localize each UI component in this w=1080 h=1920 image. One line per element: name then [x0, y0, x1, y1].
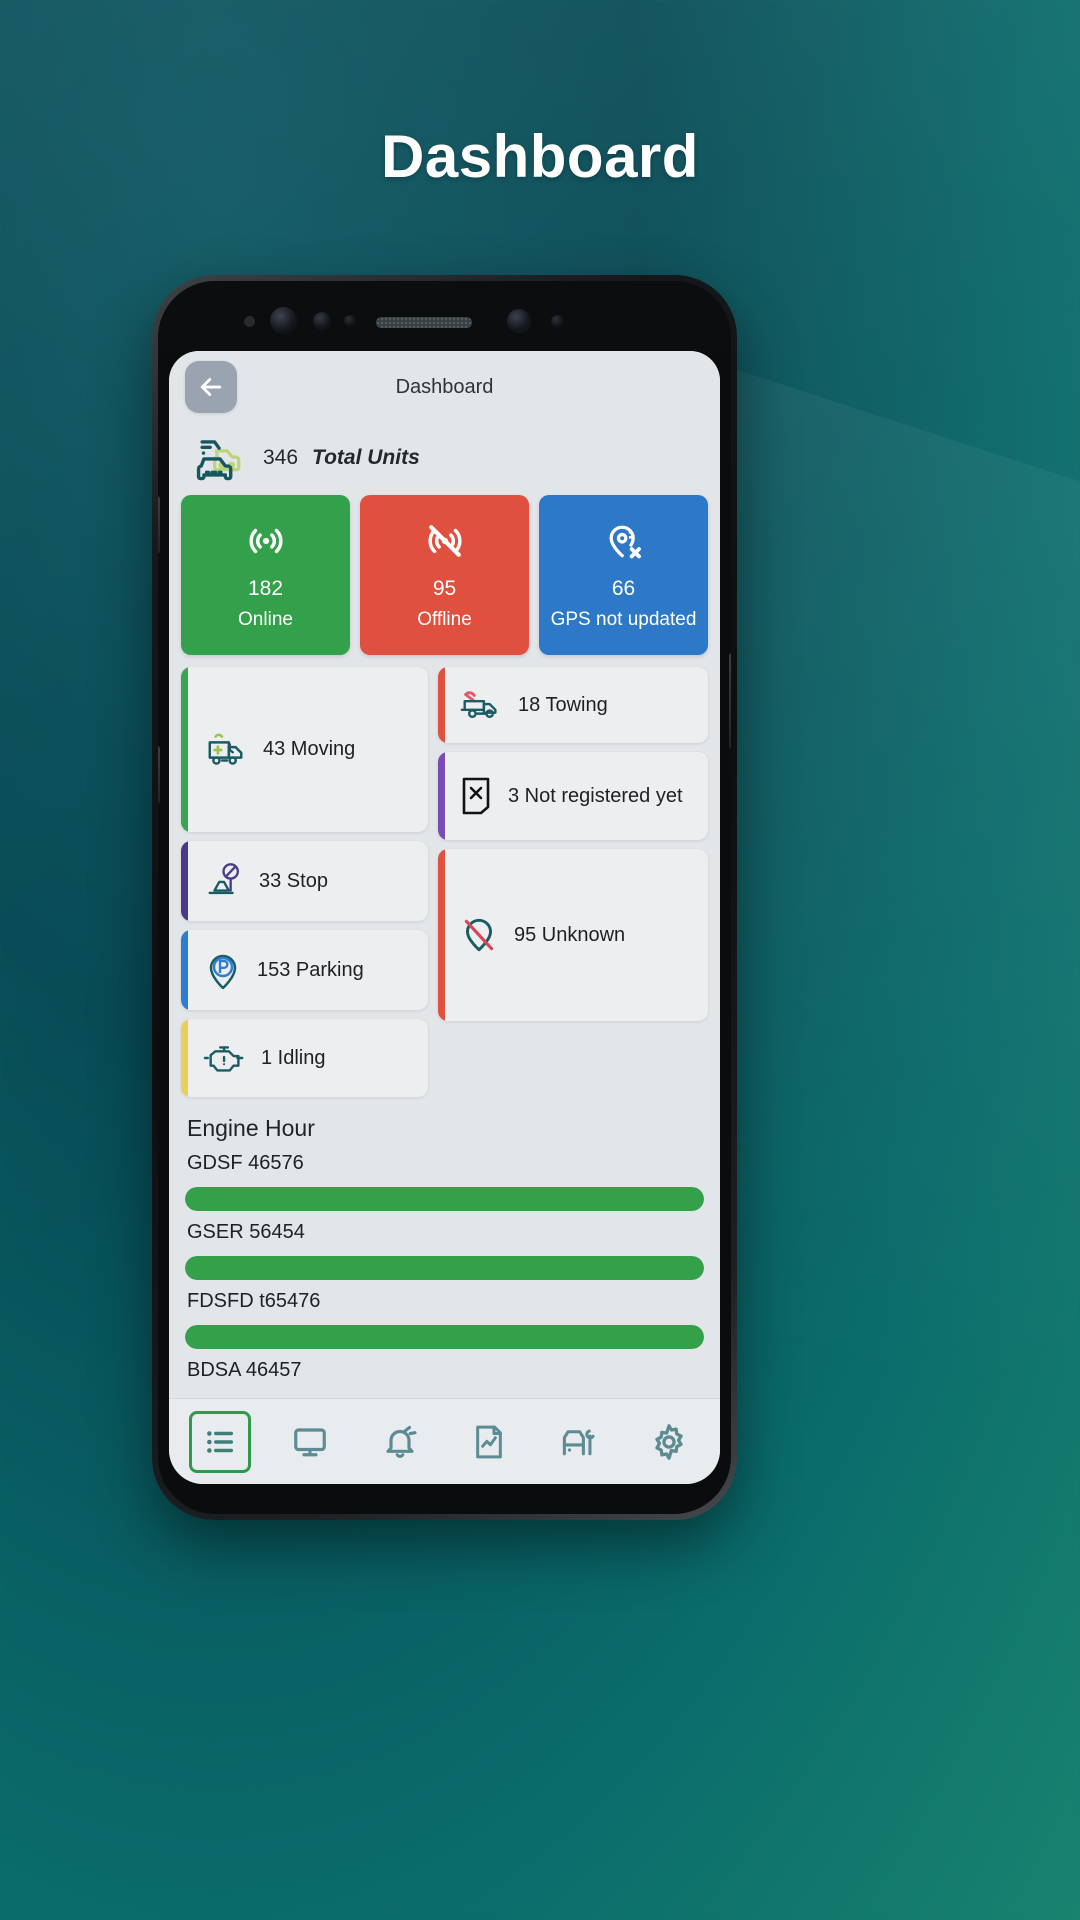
tile-idling[interactable]: 1 Idling — [181, 1019, 428, 1097]
total-units-row: 346 Total Units — [181, 423, 708, 495]
cars-icon — [191, 433, 249, 483]
nav-item-reports[interactable] — [458, 1411, 520, 1473]
parking-icon — [203, 949, 243, 991]
tile-unknown[interactable]: 95 Unknown — [438, 849, 708, 1021]
sensor-2-icon — [313, 312, 331, 330]
tile-accent — [438, 667, 445, 743]
earpiece-speaker — [376, 317, 472, 328]
report-icon — [472, 1423, 506, 1461]
tile-moving[interactable]: 43 Moving — [181, 667, 428, 832]
page-title: Dashboard — [381, 123, 699, 190]
signal-off-icon — [423, 519, 467, 563]
phone-mockup: Dashboard 346 Total Units 182 Online 95 … — [152, 275, 737, 1520]
tile-accent — [438, 849, 445, 1021]
status-card-row: 182 Online 95 Offline 66 GPS not updated — [181, 495, 708, 655]
status-card-online[interactable]: 182 Online — [181, 495, 350, 655]
engine-hour-track — [185, 1325, 704, 1349]
engine-hour-fill — [185, 1325, 704, 1349]
phone-screen: Dashboard 346 Total Units 182 Online 95 … — [169, 351, 720, 1484]
not-registered-icon — [458, 775, 494, 817]
engine-hour-name: GSER 56454 — [187, 1221, 305, 1243]
phone-button-left-1 — [158, 496, 160, 554]
engine-hour-item: BDSA 46457 — [185, 1359, 704, 1382]
monitor-icon — [291, 1424, 329, 1460]
nav-item-list[interactable] — [188, 1410, 251, 1473]
engine-hour-item: FDSFD t65476 — [185, 1290, 704, 1349]
tile-idling-label: 1 Idling — [261, 1046, 326, 1069]
tile-parking-label: 153 Parking — [257, 958, 364, 981]
ambulance-icon — [203, 729, 249, 771]
sensor-3-icon — [344, 315, 356, 327]
nav-item-monitor[interactable] — [279, 1411, 341, 1473]
engine-hour-name: FDSFD t65476 — [187, 1290, 321, 1312]
status-card-online-label: Online — [238, 609, 293, 630]
tow-truck-icon — [458, 686, 504, 724]
engine-hour-title: Engine Hour — [187, 1115, 315, 1141]
nav-item-settings[interactable] — [638, 1411, 700, 1473]
stop-sign-icon — [203, 861, 245, 901]
dashboard-content: 346 Total Units 182 Online 95 Offline 66… — [169, 423, 720, 1382]
total-units-label: Total Units — [312, 446, 420, 469]
status-tiles-right-column: 18 Towing 3 Not registered yet 95 Unknow… — [438, 667, 708, 1097]
tile-not-registered[interactable]: 3 Not registered yet — [438, 752, 708, 840]
engine-icon — [203, 1038, 247, 1078]
list-icon — [203, 1425, 237, 1459]
arrow-left-icon — [196, 372, 226, 402]
total-units-count: 346 — [263, 446, 299, 469]
tile-stop[interactable]: 33 Stop — [181, 841, 428, 921]
status-tiles-grid: 43 Moving 33 Stop 153 Parking 1 Idling 1… — [181, 667, 708, 1097]
nav-item-maintenance[interactable] — [548, 1411, 610, 1473]
phone-button-left-2 — [158, 746, 160, 804]
back-button[interactable] — [185, 361, 237, 413]
status-card-gps-label: GPS not updated — [550, 609, 697, 630]
app-bar: Dashboard — [169, 351, 720, 423]
tile-moving-label: 43 Moving — [263, 738, 356, 761]
tile-unknown-label: 95 Unknown — [514, 923, 626, 946]
bell-icon — [382, 1424, 418, 1460]
engine-hour-item: GDSF 46576 — [185, 1152, 704, 1211]
unknown-icon — [458, 914, 500, 956]
tile-accent — [181, 667, 188, 832]
engine-hour-track — [185, 1187, 704, 1211]
status-card-online-value: 182 — [247, 577, 284, 600]
status-card-gps-value: 66 — [611, 577, 636, 600]
status-tiles-left-column: 43 Moving 33 Stop 153 Parking 1 Idling — [181, 667, 428, 1097]
status-card-offline-value: 95 — [432, 577, 457, 600]
tile-accent — [181, 841, 188, 921]
gps-off-icon — [602, 519, 646, 563]
sensor-right-2-icon — [551, 315, 564, 328]
engine-hour-name: BDSA 46457 — [187, 1359, 302, 1381]
tile-stop-label: 33 Stop — [259, 869, 328, 892]
status-card-offline-label: Offline — [417, 609, 472, 630]
tile-towing[interactable]: 18 Towing — [438, 667, 708, 743]
nav-item-notifications[interactable] — [369, 1411, 431, 1473]
tile-accent — [181, 930, 188, 1010]
engine-hour-track — [185, 1256, 704, 1280]
bottom-navigation — [169, 1398, 720, 1484]
app-bar-title: Dashboard — [395, 375, 494, 398]
sensor-right-1-icon — [507, 309, 531, 333]
signal-on-icon — [244, 519, 288, 563]
tile-not-registered-label: 3 Not registered yet — [508, 784, 683, 807]
status-card-offline[interactable]: 95 Offline — [360, 495, 529, 655]
phone-button-right — [729, 653, 731, 749]
engine-hour-fill — [185, 1187, 704, 1211]
tile-accent — [438, 752, 445, 840]
tile-towing-label: 18 Towing — [518, 693, 608, 716]
gear-icon — [650, 1423, 688, 1461]
engine-hour-name: GDSF 46576 — [187, 1152, 304, 1174]
engine-hour-item: GSER 56454 — [185, 1221, 704, 1280]
status-card-gps-not-updated[interactable]: 66 GPS not updated — [539, 495, 708, 655]
front-camera-icon — [270, 307, 297, 334]
tile-accent — [181, 1019, 188, 1097]
ir-sensor-icon — [244, 316, 255, 327]
phone-top-bezel — [158, 281, 731, 351]
maintenance-icon — [560, 1424, 598, 1460]
engine-hour-fill — [185, 1256, 704, 1280]
tile-parking[interactable]: 153 Parking — [181, 930, 428, 1010]
